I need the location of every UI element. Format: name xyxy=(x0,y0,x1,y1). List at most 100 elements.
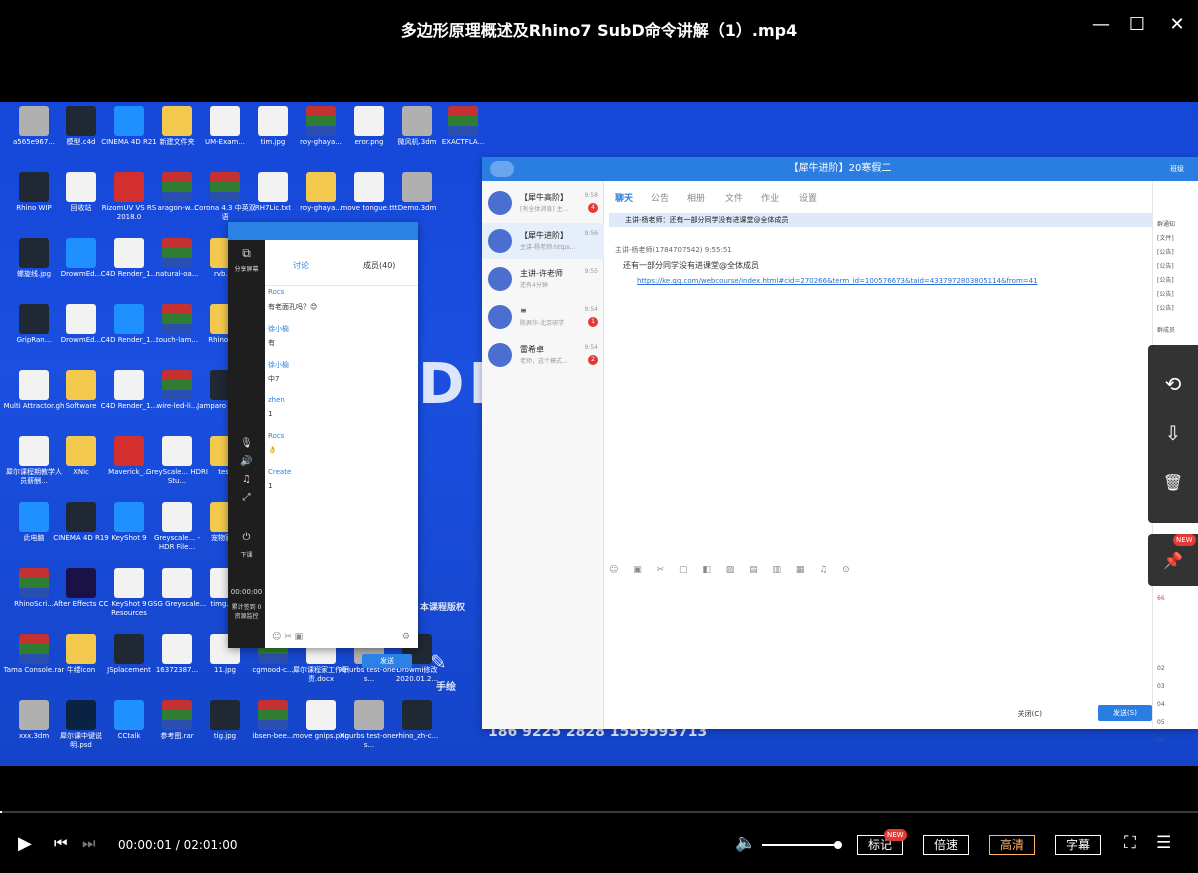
conversation-item[interactable]: 【犀牛进阶】 9:56 主讲-杨老师:https... xyxy=(482,223,604,259)
desktop-icon[interactable]: Demo.3dm xyxy=(386,172,448,213)
download-icon[interactable]: ⇩ xyxy=(1160,420,1186,446)
chat-tab[interactable]: 设置 xyxy=(799,191,817,204)
group-notice-item[interactable]: [公告] xyxy=(1157,247,1174,256)
share-icon[interactable]: ⟲ xyxy=(1160,371,1186,397)
subtitle-button[interactable]: 字幕 xyxy=(1055,835,1101,855)
search-icon[interactable] xyxy=(490,161,514,177)
chat-tab[interactable]: 文件 xyxy=(725,191,743,204)
floating-action-panel: ⟲ ⇩ 🗑 xyxy=(1148,345,1198,523)
conversation-preview: 陈佩华-北京研学 xyxy=(520,320,565,327)
group-notice-item[interactable]: [公告] xyxy=(1157,289,1174,298)
desktop-icon[interactable]: rhino_zh-c... xyxy=(386,700,448,741)
play-button[interactable]: ▶ xyxy=(18,833,32,854)
group-chat-window[interactable]: 【犀牛进阶】20寒假二 班级 【犀牛高阶】 9:58 [有全体消息] 主... 4 【犀… xyxy=(482,157,1198,744)
message-text: 有 xyxy=(268,339,275,347)
file-icon xyxy=(114,106,144,136)
chat-tab[interactable]: 相册 xyxy=(687,191,705,204)
group-notice-item[interactable]: [文件] xyxy=(1157,233,1174,242)
quality-button[interactable]: 高清 xyxy=(989,835,1035,855)
settings-icon[interactable]: ⚙ xyxy=(402,632,410,642)
mini-window-titlebar[interactable] xyxy=(228,222,418,240)
total-time: 02:01:00 xyxy=(183,838,238,852)
file-icon xyxy=(19,304,49,334)
file-icon xyxy=(162,106,192,136)
file-icon xyxy=(258,172,288,202)
maximize-button[interactable]: ☐ xyxy=(1124,12,1150,38)
volume-icon[interactable]: 🔈 xyxy=(735,833,756,853)
tab-discuss[interactable]: 讨论 xyxy=(293,260,309,271)
minimize-button[interactable]: — xyxy=(1088,12,1114,38)
playlist-icon[interactable]: ☰ xyxy=(1156,833,1171,853)
volume-handle[interactable] xyxy=(834,841,842,849)
checkin-label: 累计签到 0 资源监控 xyxy=(231,604,262,620)
fullscreen-icon[interactable]: ⤢ xyxy=(230,492,263,503)
share-screen-label: 分享屏幕 xyxy=(234,266,259,273)
pinned-notice[interactable]: 主讲-杨老师：还有一部分同学没有进课堂@全体成员 xyxy=(609,213,1152,227)
previous-icon[interactable]: ⏮ xyxy=(54,834,68,852)
chat-tab[interactable]: 聊天 xyxy=(615,191,633,204)
close-chat-button[interactable]: 关闭(C) xyxy=(1018,709,1042,719)
group-notice-title: 群通知 xyxy=(1157,221,1176,228)
mark-new-badge: NEW xyxy=(884,829,907,841)
file-icon xyxy=(162,238,192,268)
file-icon xyxy=(66,568,96,598)
chat-tab[interactable]: 作业 xyxy=(761,191,779,204)
time-display: 00:00:01 / 02:01:00 xyxy=(118,838,237,852)
member-number: 02 xyxy=(1157,665,1165,672)
file-icon xyxy=(19,568,49,598)
conversation-list: 【犀牛高阶】 9:58 [有全体消息] 主... 4 【犀牛进阶】 9:56 主讲-杨老师:… xyxy=(482,181,604,729)
file-icon xyxy=(402,172,432,202)
group-notice-item[interactable]: [公告] xyxy=(1157,275,1174,284)
fullscreen-icon[interactable]: ⛶ xyxy=(1124,833,1136,853)
class-timer: 00:00:00 xyxy=(230,588,263,596)
conversation-item[interactable]: 主讲-许老师 9:55 还有4分钟 xyxy=(482,261,604,297)
pin-icon: 📌 xyxy=(1163,551,1183,570)
group-notice-item[interactable]: [公告] xyxy=(1157,261,1174,270)
conversation-time: 9:54 xyxy=(584,344,598,351)
speed-button[interactable]: 倍速 xyxy=(923,835,969,855)
file-icon xyxy=(114,568,144,598)
course-link[interactable]: https://ke.qq.com/webcourse/index.html#c… xyxy=(637,277,1038,285)
message-sender: Rocs xyxy=(268,432,285,440)
file-icon xyxy=(114,304,144,334)
share-screen-icon[interactable]: ⧉ xyxy=(230,246,263,261)
close-button[interactable]: ✕ xyxy=(1164,12,1190,38)
speaker-icon[interactable]: 🔊 xyxy=(230,456,263,467)
music-icon[interactable]: ♫ xyxy=(230,474,263,485)
file-icon xyxy=(19,502,49,532)
classroom-mini-window[interactable]: ⧉ 分享屏幕 🎙 🔊 ♫ ⤢ ⏻ 下课 00:00:00 累计签到 0 资源监控… xyxy=(228,222,418,668)
delete-icon[interactable]: 🗑 xyxy=(1160,470,1186,496)
emoji-icon[interactable]: ☺ ✂ ▣ xyxy=(272,632,303,642)
end-class-icon[interactable]: ⏻ xyxy=(230,532,263,543)
conversation-item[interactable]: 雷希卓 9:54 老师，这个模式... 2 xyxy=(482,337,604,373)
video-player: 多边形原理概述及Rhino7 SubD命令讲解（1）.mp4 — ☐ ✕ DR … xyxy=(0,0,1198,873)
file-icon xyxy=(19,106,49,136)
chat-tab[interactable]: 公告 xyxy=(651,191,669,204)
mini-send-button[interactable]: 发送 xyxy=(362,654,412,668)
avatar xyxy=(488,343,512,367)
mic-icon[interactable]: 🎙 xyxy=(230,438,263,449)
video-frame[interactable]: DR 186 9225 2828 1559593713 本课程版权 ✎ 手绘 a… xyxy=(0,102,1198,766)
tab-members[interactable]: 成员(40) xyxy=(363,260,395,271)
send-button[interactable]: 发送(S) xyxy=(1098,705,1152,721)
desktop-icon[interactable]: EXACTFLA... xyxy=(432,106,494,147)
file-icon xyxy=(448,106,478,136)
file-icon xyxy=(66,106,96,136)
message-text: 👌 xyxy=(268,446,277,454)
conversation-item[interactable]: 【犀牛高阶】 9:58 [有全体消息] 主... 4 xyxy=(482,185,604,221)
unread-badge: 4 xyxy=(588,203,598,213)
message-toolbar[interactable]: ☺ ▣ ✂ ▢ ◧ ▨ ▤ ▥ ▦ ♫ ⊙ xyxy=(609,565,856,575)
group-notice-item[interactable]: [公告] xyxy=(1157,303,1174,312)
volume-slider[interactable] xyxy=(762,844,838,846)
desktop-icon-label: Drowmi修改2020.01.2... xyxy=(395,666,439,683)
conversation-item[interactable]: ≡ 9:54 陈佩华-北京研学 1 xyxy=(482,299,604,335)
avatar xyxy=(488,191,512,215)
file-icon xyxy=(162,634,192,664)
next-icon[interactable]: ⏭ xyxy=(82,834,96,852)
file-icon xyxy=(306,172,336,202)
unread-badge: 1 xyxy=(588,317,598,327)
conversation-time: 9:54 xyxy=(584,306,598,313)
desktop-icon-label: EXACTFLA... xyxy=(441,138,485,146)
title-bar: 多边形原理概述及Rhino7 SubD命令讲解（1）.mp4 — ☐ ✕ xyxy=(0,0,1198,56)
pin-button[interactable]: 📌 NEW xyxy=(1148,534,1198,586)
